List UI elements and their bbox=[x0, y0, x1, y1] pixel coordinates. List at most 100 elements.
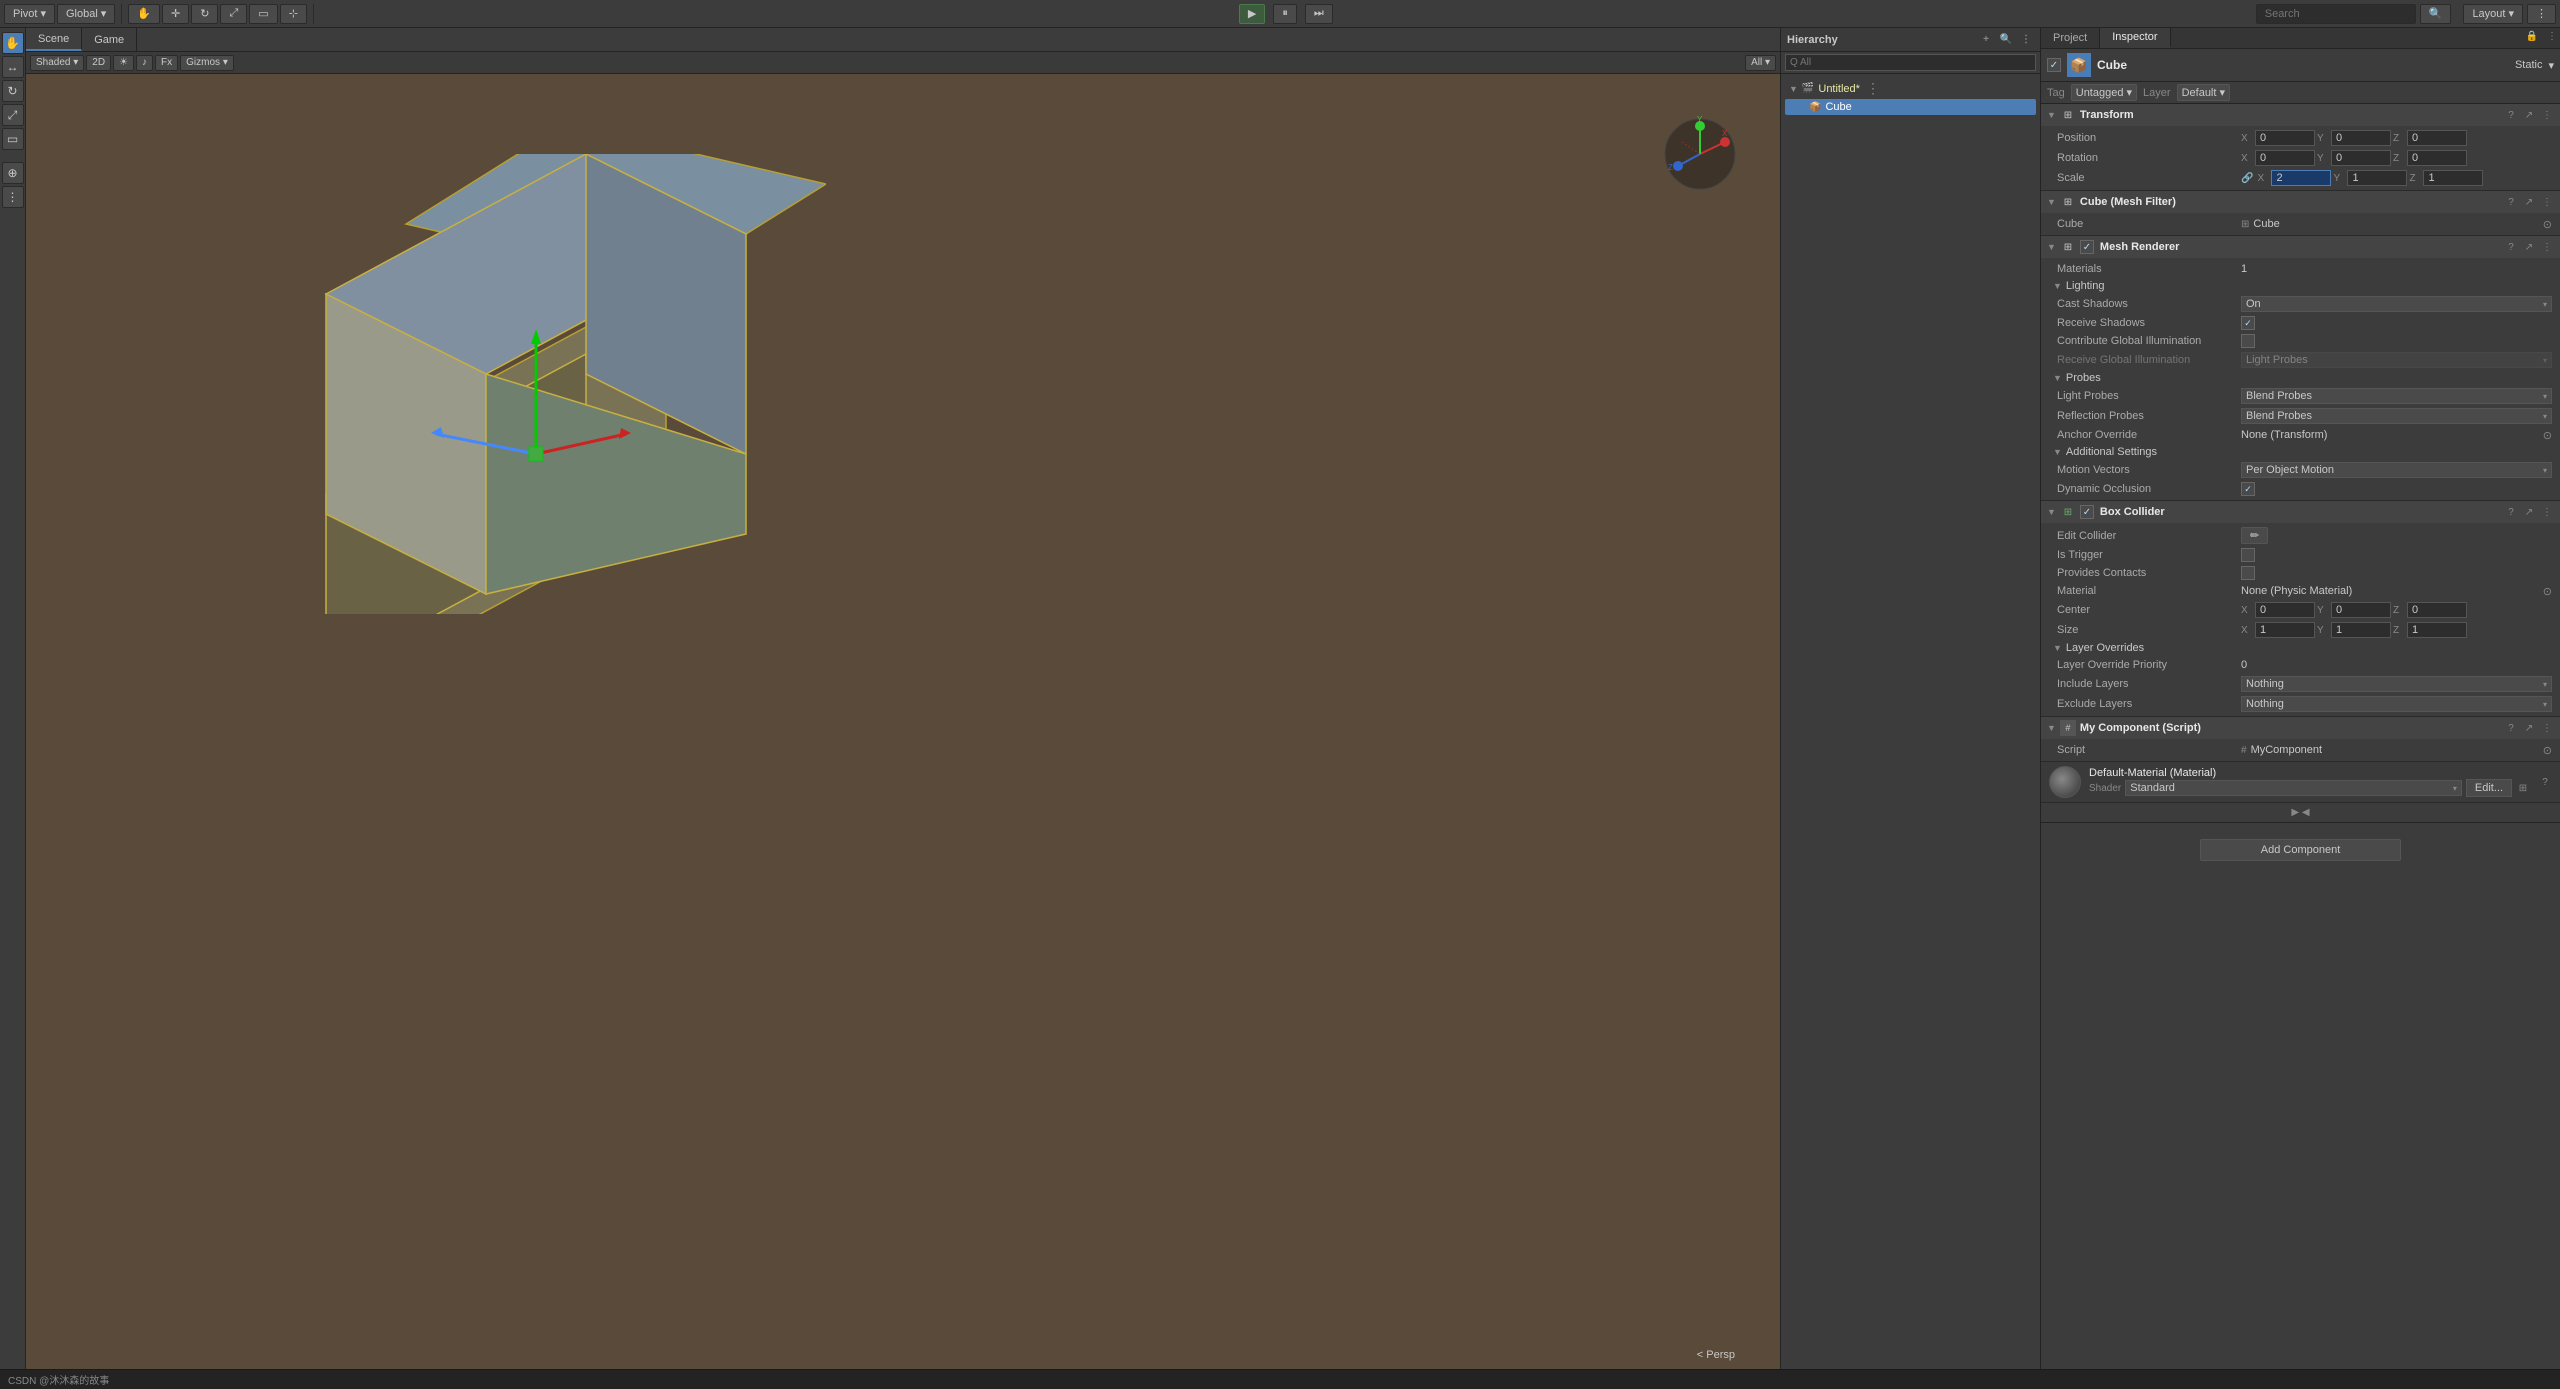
layer-dropdown[interactable]: Default ▾ bbox=[2177, 84, 2230, 101]
layer-overrides-subgroup[interactable]: ▼ Layer Overrides bbox=[2041, 640, 2560, 656]
layout-button[interactable]: Layout ▾ bbox=[2463, 4, 2523, 24]
transform-help-btn[interactable]: ? bbox=[2504, 108, 2518, 122]
inspector-lock-btn[interactable]: 🔒 bbox=[2524, 28, 2540, 44]
anchor-target-btn[interactable]: ⊙ bbox=[2543, 429, 2552, 442]
inspector-tab[interactable]: Inspector bbox=[2100, 28, 2170, 48]
pivot-button[interactable]: Pivot ▾ bbox=[4, 4, 55, 24]
audio-btn[interactable]: ♪ bbox=[136, 55, 153, 71]
hierarchy-item-menu[interactable]: ⋮ bbox=[1864, 80, 1882, 97]
pos-y-input[interactable] bbox=[2331, 130, 2391, 146]
shader-dropdown[interactable]: Standard ▾ bbox=[2125, 780, 2462, 796]
reflection-probes-dropdown[interactable]: Blend Probes ▾ bbox=[2241, 408, 2552, 424]
script-target-btn[interactable]: ⊙ bbox=[2543, 744, 2552, 757]
collider-material-target-btn[interactable]: ⊙ bbox=[2543, 585, 2552, 598]
shaded-btn[interactable]: Shaded ▾ bbox=[30, 55, 84, 71]
receive-shadows-checkbox[interactable] bbox=[2241, 316, 2255, 330]
scale-tool[interactable]: ⤢ bbox=[220, 4, 247, 24]
gizmos-btn[interactable]: Gizmos ▾ bbox=[180, 55, 234, 71]
step-button[interactable]: ⏭ bbox=[1305, 4, 1333, 24]
hierarchy-search-btn[interactable]: 🔍 bbox=[1998, 32, 2014, 48]
snap-tool[interactable]: ⋮ bbox=[2, 186, 24, 208]
meshrenderer-header[interactable]: ▼ ⊞ Mesh Renderer ? ↗ ⋮ bbox=[2041, 236, 2560, 258]
inspector-more-btn[interactable]: ⋮ bbox=[2544, 28, 2560, 44]
play-button[interactable]: ▶ bbox=[1239, 4, 1265, 24]
additional-settings-subgroup[interactable]: ▼ Additional Settings bbox=[2041, 444, 2560, 460]
meshfilter-menu-btn[interactable]: ⋮ bbox=[2540, 195, 2554, 209]
meshrenderer-enabled-checkbox[interactable] bbox=[2080, 240, 2094, 254]
mesh-target-btn[interactable]: ⊙ bbox=[2543, 218, 2552, 231]
move-tool[interactable]: ✛ bbox=[162, 4, 189, 24]
dynamic-occlusion-checkbox[interactable] bbox=[2241, 482, 2255, 496]
is-trigger-checkbox[interactable] bbox=[2241, 548, 2255, 562]
center-z-input[interactable] bbox=[2407, 602, 2467, 618]
center-x-input[interactable] bbox=[2255, 602, 2315, 618]
rect-tool-left[interactable]: ▭ bbox=[2, 128, 24, 150]
probes-subgroup[interactable]: ▼ Probes bbox=[2041, 370, 2560, 386]
tag-dropdown[interactable]: Untagged ▾ bbox=[2071, 84, 2137, 101]
scale-x-input[interactable] bbox=[2271, 170, 2331, 186]
material-help-btn[interactable]: ? bbox=[2538, 775, 2552, 789]
light-probes-dropdown[interactable]: Blend Probes ▾ bbox=[2241, 388, 2552, 404]
search-btn[interactable]: 🔍 bbox=[2420, 4, 2452, 24]
add-component-btn[interactable]: Add Component bbox=[2200, 839, 2402, 861]
fx-btn[interactable]: Fx bbox=[155, 55, 178, 71]
exclude-layers-dropdown[interactable]: Nothing ▾ bbox=[2241, 696, 2552, 712]
move-tool-left[interactable]: ↔ bbox=[2, 56, 24, 78]
material-menu-btn[interactable]: ⊞ bbox=[2516, 781, 2530, 795]
rot-y-input[interactable] bbox=[2331, 150, 2391, 166]
hierarchy-item-cube[interactable]: 📦 Cube bbox=[1785, 99, 2036, 115]
myscript-help-btn[interactable]: ? bbox=[2504, 721, 2518, 735]
provides-contacts-checkbox[interactable] bbox=[2241, 566, 2255, 580]
hierarchy-add-btn[interactable]: + bbox=[1978, 32, 1994, 48]
pos-x-input[interactable] bbox=[2255, 130, 2315, 146]
lights-btn[interactable]: ☀ bbox=[113, 55, 134, 71]
scene-canvas[interactable]: X Y Z < Persp bbox=[26, 74, 1780, 1369]
static-dropdown[interactable]: ▾ bbox=[2548, 59, 2554, 72]
transform-header[interactable]: ▼ ⊞ Transform ? ↗ ⋮ bbox=[2041, 104, 2560, 126]
hand-tool-left[interactable]: ✋ bbox=[2, 32, 24, 54]
global-button[interactable]: Global ▾ bbox=[57, 4, 115, 24]
hand-tool[interactable]: ✋ bbox=[128, 4, 160, 24]
hierarchy-search-input[interactable] bbox=[1785, 54, 2036, 71]
meshfilter-header[interactable]: ▼ ⊞ Cube (Mesh Filter) ? ↗ ⋮ bbox=[2041, 191, 2560, 213]
myscript-edit-btn[interactable]: ↗ bbox=[2522, 721, 2536, 735]
meshrenderer-menu-btn[interactable]: ⋮ bbox=[2540, 240, 2554, 254]
myscript-menu-btn[interactable]: ⋮ bbox=[2540, 721, 2554, 735]
cast-shadows-dropdown[interactable]: On ▾ bbox=[2241, 296, 2552, 312]
rot-z-input[interactable] bbox=[2407, 150, 2467, 166]
expand-toggle-btn[interactable]: ▶ ◀ bbox=[2291, 807, 2309, 818]
2d-btn[interactable]: 2D bbox=[86, 55, 111, 71]
myscript-header[interactable]: ▼ # My Component (Script) ? ↗ ⋮ bbox=[2041, 717, 2560, 739]
scale-z-input[interactable] bbox=[2423, 170, 2483, 186]
motion-vectors-dropdown[interactable]: Per Object Motion ▾ bbox=[2241, 462, 2552, 478]
rotate-tool[interactable]: ↻ bbox=[191, 4, 218, 24]
boxcollider-menu-btn[interactable]: ⋮ bbox=[2540, 505, 2554, 519]
transform-edit-btn[interactable]: ↗ bbox=[2522, 108, 2536, 122]
rect-tool[interactable]: ▭ bbox=[249, 4, 277, 24]
center-tool[interactable]: ⊕ bbox=[2, 162, 24, 184]
all-search[interactable]: All ▾ bbox=[1745, 55, 1776, 71]
boxcollider-enabled-checkbox[interactable] bbox=[2080, 505, 2094, 519]
lighting-subgroup[interactable]: ▼ Lighting bbox=[2041, 278, 2560, 294]
meshrenderer-edit-btn[interactable]: ↗ bbox=[2522, 240, 2536, 254]
boxcollider-help-btn[interactable]: ? bbox=[2504, 505, 2518, 519]
scale-tool-left[interactable]: ⤢ bbox=[2, 104, 24, 126]
game-tab[interactable]: Game bbox=[82, 28, 137, 51]
transform-tool[interactable]: ⊹ bbox=[280, 4, 307, 24]
meshrenderer-help-btn[interactable]: ? bbox=[2504, 240, 2518, 254]
hierarchy-menu-btn[interactable]: ⋮ bbox=[2018, 32, 2034, 48]
rotate-tool-left[interactable]: ↻ bbox=[2, 80, 24, 102]
center-y-input[interactable] bbox=[2331, 602, 2391, 618]
meshfilter-edit-btn[interactable]: ↗ bbox=[2522, 195, 2536, 209]
include-layers-dropdown[interactable]: Nothing ▾ bbox=[2241, 676, 2552, 692]
project-tab[interactable]: Project bbox=[2041, 28, 2100, 48]
rot-x-input[interactable] bbox=[2255, 150, 2315, 166]
more-options-button[interactable]: ⋮ bbox=[2527, 4, 2556, 24]
transform-menu-btn[interactable]: ⋮ bbox=[2540, 108, 2554, 122]
size-x-input[interactable] bbox=[2255, 622, 2315, 638]
size-y-input[interactable] bbox=[2331, 622, 2391, 638]
scale-y-input[interactable] bbox=[2347, 170, 2407, 186]
shader-edit-btn[interactable]: Edit... bbox=[2466, 779, 2512, 797]
scene-tab[interactable]: Scene bbox=[26, 28, 82, 51]
size-z-input[interactable] bbox=[2407, 622, 2467, 638]
